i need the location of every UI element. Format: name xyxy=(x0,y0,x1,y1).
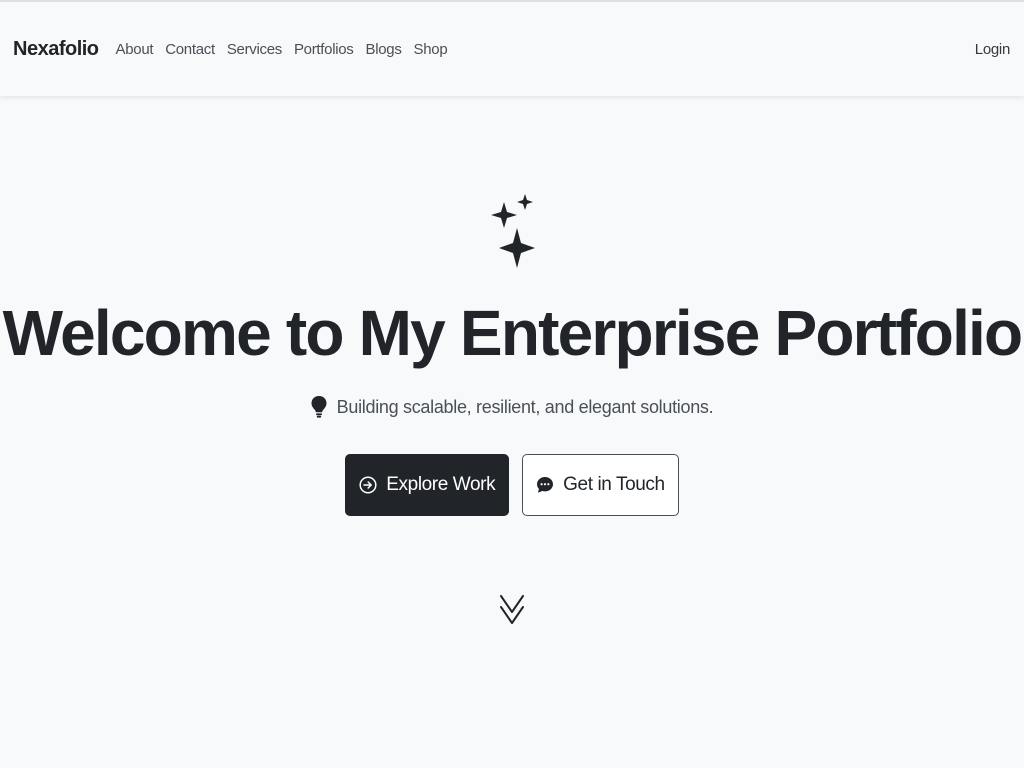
brand-logo[interactable]: Nexafolio xyxy=(13,38,99,61)
hero-subtitle: Building scalable, resilient, and elegan… xyxy=(311,396,714,418)
explore-work-label: Explore Work xyxy=(386,474,496,496)
get-in-touch-button[interactable]: Get in Touch xyxy=(522,454,679,517)
lightbulb-icon xyxy=(311,396,327,418)
stars-icon xyxy=(491,194,535,268)
login-link[interactable]: Login xyxy=(975,41,1011,58)
hero-subtitle-text: Building scalable, resilient, and elegan… xyxy=(336,396,714,417)
nav-link-portfolios[interactable]: Portfolios xyxy=(294,41,354,58)
hero-actions: Explore Work Get in Touch xyxy=(345,454,679,517)
hero-title: Welcome to My Enterprise Portfolio xyxy=(2,297,1023,369)
navbar: Nexafolio About Contact Services Portfol… xyxy=(0,2,1024,96)
nav-link-shop[interactable]: Shop xyxy=(414,41,448,58)
explore-work-button[interactable]: Explore Work xyxy=(345,454,510,517)
nav-link-services[interactable]: Services xyxy=(227,41,282,58)
chevron-double-down-icon[interactable] xyxy=(498,592,526,628)
nav-links: About Contact Services Portfolios Blogs … xyxy=(116,41,448,58)
chat-dots-icon xyxy=(537,477,554,494)
arrow-right-circle-icon xyxy=(359,476,377,494)
nav-link-contact[interactable]: Contact xyxy=(165,41,215,58)
nav-link-about[interactable]: About xyxy=(116,41,154,58)
get-in-touch-label: Get in Touch xyxy=(563,474,665,496)
nav-link-blogs[interactable]: Blogs xyxy=(366,41,402,58)
hero-section: Welcome to My Enterprise Portfolio Build… xyxy=(0,96,1024,628)
